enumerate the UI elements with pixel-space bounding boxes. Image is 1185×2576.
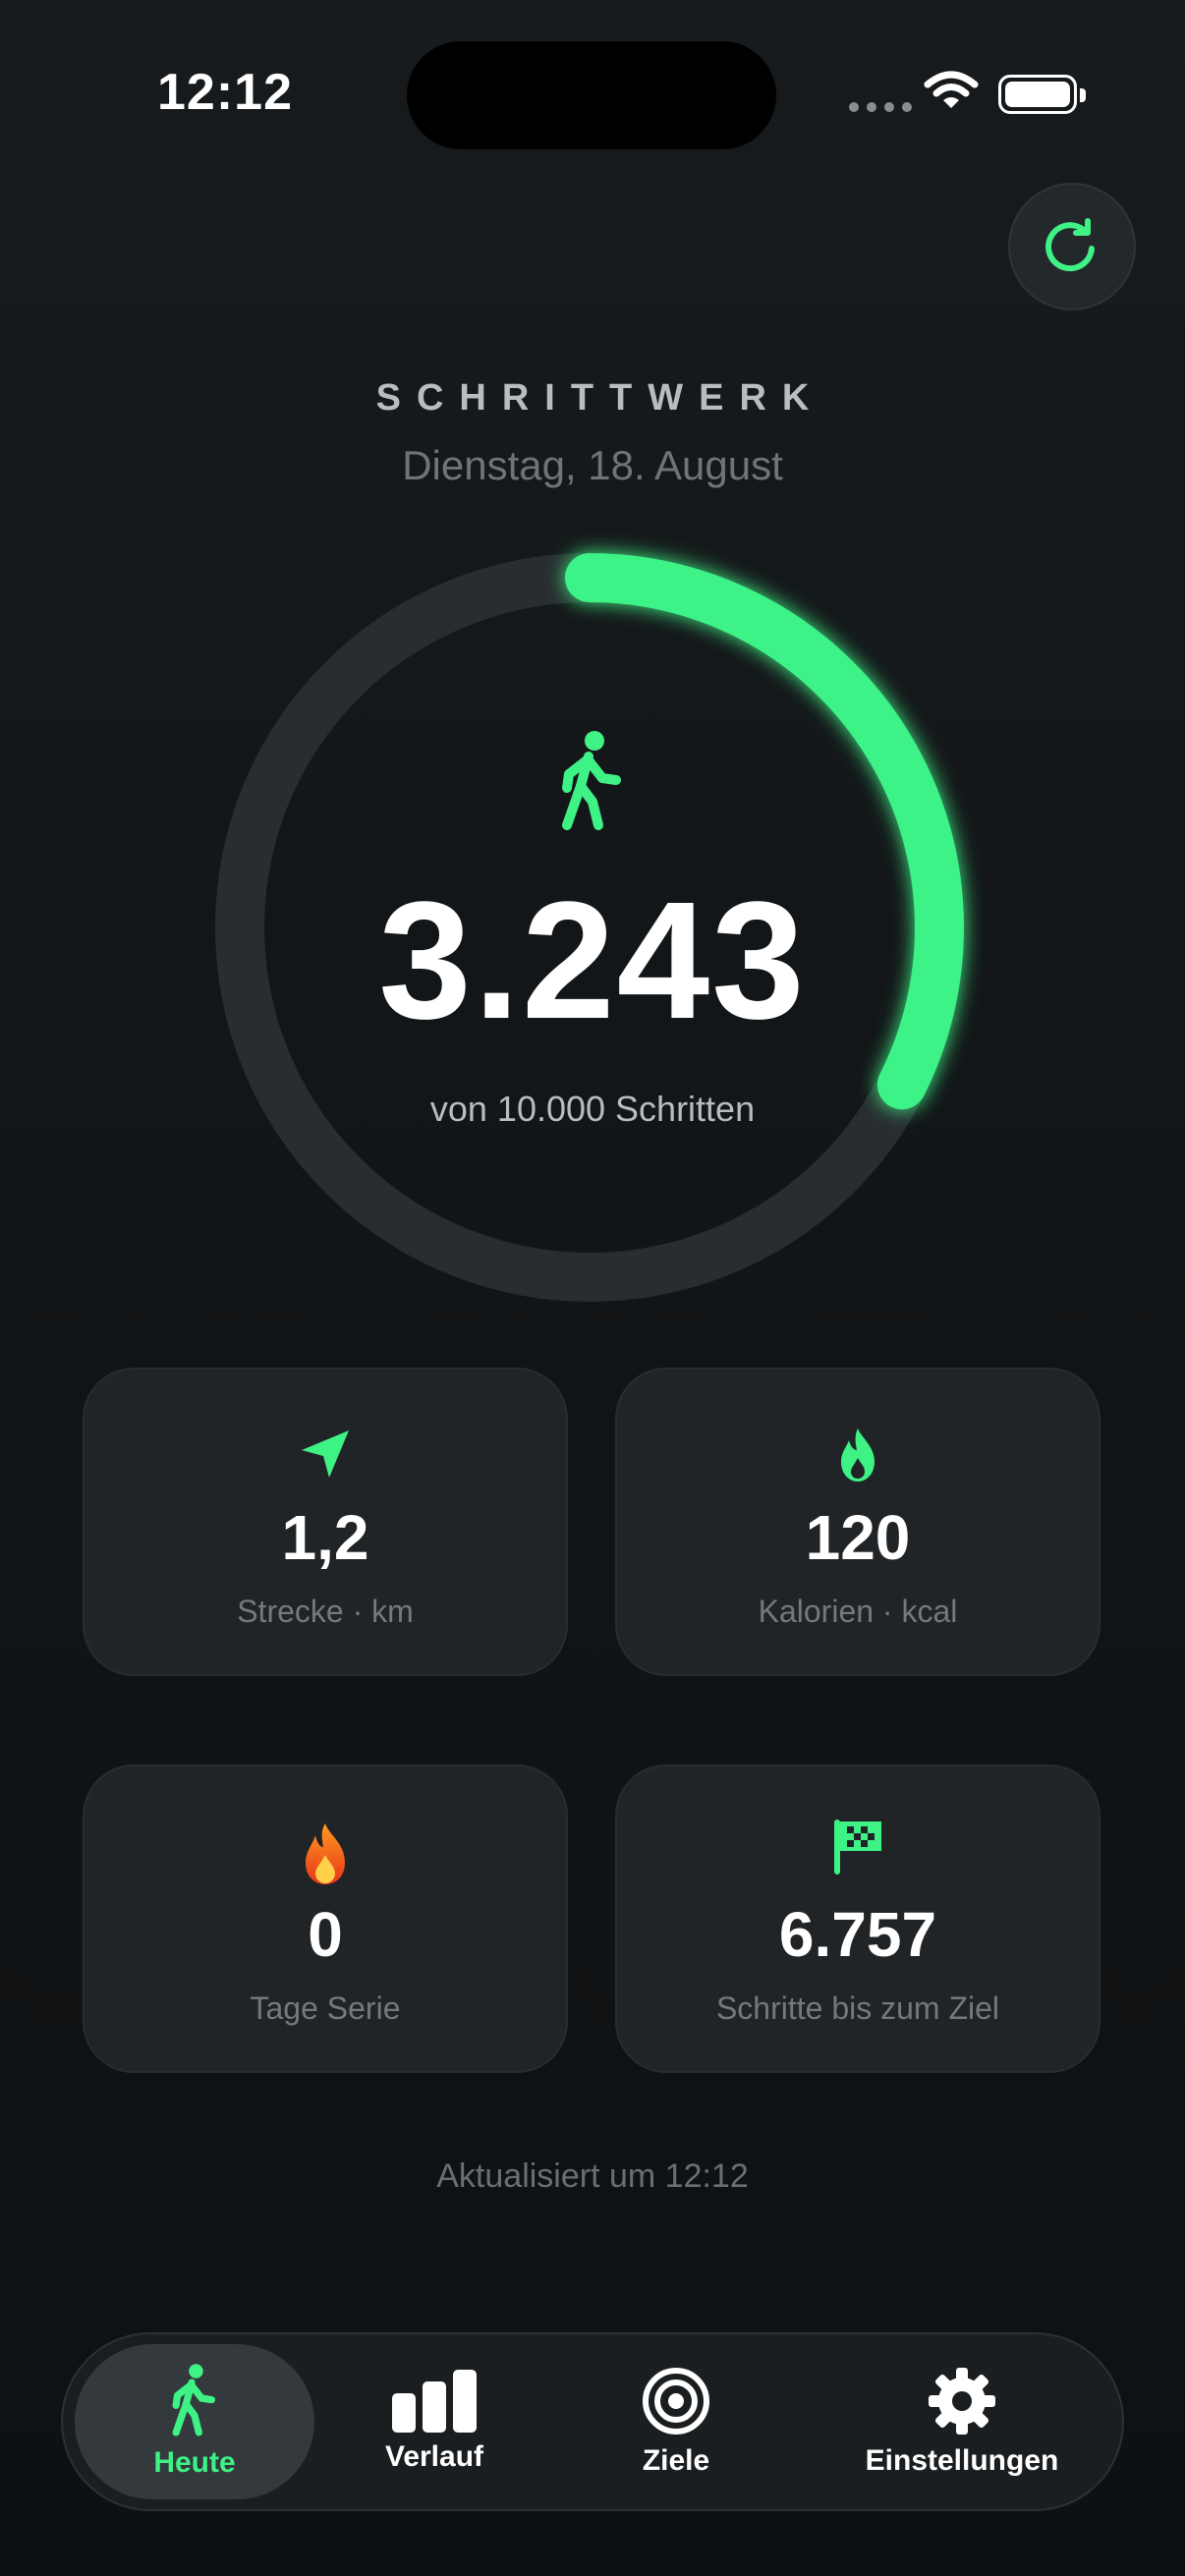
tab-goals-label: Ziele (642, 2444, 710, 2477)
calories-value: 120 (805, 1502, 911, 1573)
remaining-steps-card: 6.757 Schritte bis zum Ziel (615, 1764, 1100, 2073)
step-count: 3.243 (378, 868, 807, 1054)
status-bar-time: 12:12 (157, 64, 293, 121)
distance-value: 1,2 (281, 1502, 369, 1573)
location-arrow-icon (302, 1430, 349, 1478)
calories-label: Kalorien · kcal (758, 1594, 958, 1629)
last-updated-label: Aktualisiert um 12:12 (436, 2157, 749, 2195)
tab-goals[interactable]: Ziele (568, 2344, 784, 2499)
walk-icon (172, 2364, 216, 2436)
tab-history-label: Verlauf (384, 2440, 484, 2473)
app-title: SCHRITTWERK (375, 377, 825, 419)
tab-bar: Heute Verlauf Ziele Einstellungen (61, 2332, 1124, 2511)
gear-icon (929, 2368, 995, 2435)
walk-icon (562, 731, 621, 830)
tab-history[interactable]: Verlauf (326, 2344, 542, 2499)
flame-icon (841, 1428, 875, 1482)
checkered-flag-icon (834, 1820, 881, 1875)
distance-label: Strecke · km (237, 1594, 414, 1629)
fire-emoji-icon (306, 1823, 345, 1884)
remaining-steps-value: 6.757 (778, 1899, 937, 1970)
battery-icon (998, 75, 1086, 114)
refresh-button[interactable] (1008, 183, 1136, 310)
tab-settings-label: Einstellungen (865, 2444, 1059, 2477)
goal-label: von 10.000 Schritten (429, 1089, 756, 1129)
remaining-steps-label: Schritte bis zum Ziel (715, 1990, 1000, 2026)
distance-card: 1,2 Strecke · km (83, 1368, 568, 1676)
refresh-icon (1045, 218, 1095, 272)
cellular-signal-icon (849, 102, 912, 112)
streak-card: 0 Tage Serie (83, 1764, 568, 2073)
dynamic-island (407, 41, 776, 149)
streak-value: 0 (308, 1899, 343, 1970)
tab-today-label: Heute (153, 2446, 236, 2479)
wifi-icon (924, 71, 979, 108)
tab-today[interactable]: Heute (75, 2344, 314, 2499)
target-icon (643, 2368, 709, 2435)
tab-settings[interactable]: Einstellungen (810, 2344, 1114, 2499)
date-label: Dienstag, 18. August (402, 442, 783, 488)
bar-chart-icon (392, 2370, 477, 2433)
streak-label: Tage Serie (250, 1990, 401, 2026)
calories-card: 120 Kalorien · kcal (615, 1368, 1100, 1676)
